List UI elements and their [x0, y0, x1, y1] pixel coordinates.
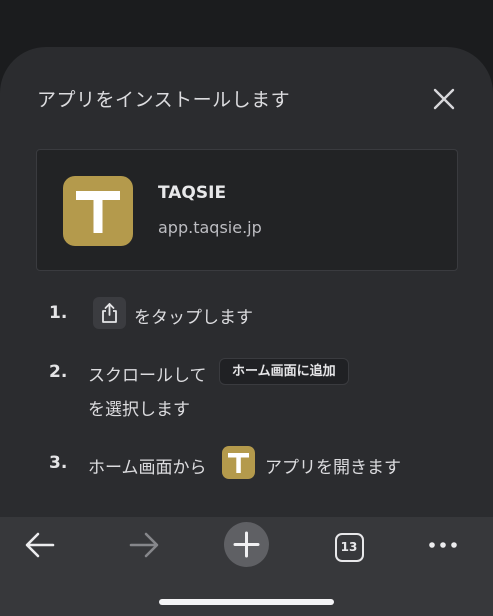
t-logo-icon	[228, 453, 249, 473]
more-menu-button[interactable]	[428, 537, 458, 556]
plus-icon	[233, 531, 260, 558]
step-number-2: 2.	[49, 362, 68, 382]
step-2-text-line2: を選択します	[88, 400, 190, 420]
app-url: app.taqsie.jp	[158, 218, 262, 237]
step-1-text: をタップします	[134, 308, 253, 328]
step-3-text: ホーム画面から	[88, 458, 207, 478]
sheet-title: アプリをインストールします	[37, 89, 291, 111]
forward-arrow-icon	[129, 532, 159, 558]
share-icon	[102, 303, 117, 323]
back-arrow-icon	[25, 532, 55, 558]
more-dots-icon	[429, 542, 457, 548]
new-tab-button[interactable]	[224, 522, 269, 567]
step-2-text: スクロールして	[88, 366, 207, 386]
tab-count: 13	[340, 540, 358, 554]
app-mini-icon	[222, 446, 255, 479]
add-to-home-chip: ホーム画面に追加	[219, 358, 349, 385]
close-icon	[433, 88, 455, 110]
t-logo-icon	[76, 191, 120, 233]
step-3-text-after: アプリを開きます	[265, 458, 401, 478]
forward-button[interactable]	[128, 530, 160, 564]
app-card: TAQSIE app.taqsie.jp	[36, 149, 458, 271]
app-name: TAQSIE	[158, 183, 227, 203]
app-icon	[63, 176, 133, 246]
step-number-3: 3.	[49, 453, 68, 473]
home-indicator	[159, 599, 334, 605]
step-number-1: 1.	[49, 303, 68, 323]
back-button[interactable]	[24, 530, 56, 564]
close-button[interactable]	[428, 83, 460, 115]
share-button-hint	[93, 297, 126, 329]
tab-switcher-button[interactable]: 13	[335, 533, 364, 562]
